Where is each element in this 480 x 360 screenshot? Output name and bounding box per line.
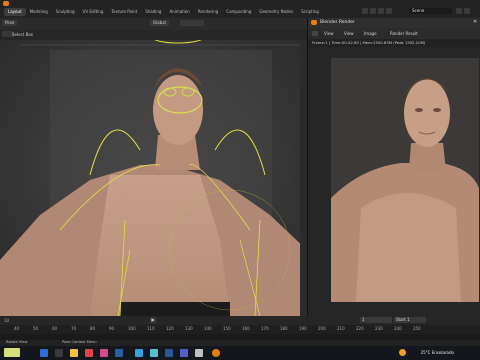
tab-rendering[interactable]: Rendering	[194, 8, 222, 16]
status-middle: Pose Context Menu	[62, 340, 97, 344]
viewport-header: Pose Global	[0, 18, 307, 30]
app-icon[interactable]	[135, 349, 143, 357]
timeline-header: 10 ▶ 1 Start 1	[0, 316, 480, 325]
ruler-tick: 80	[90, 326, 96, 331]
ruler-tick: 140	[204, 326, 212, 331]
ruler-tick: 100	[128, 326, 136, 331]
underwear	[120, 302, 230, 316]
render-head	[404, 79, 450, 147]
tab-texture-paint[interactable]: Texture Paint	[107, 8, 141, 16]
ruler-tick: 160	[242, 326, 250, 331]
tab-uv-editing[interactable]: UV Editing	[79, 8, 108, 16]
file-explorer-icon[interactable]	[70, 349, 78, 357]
ruler-tick: 120	[166, 326, 174, 331]
render-result-selector[interactable]: Render Result	[390, 31, 418, 36]
render-info: Frame:1 | Time:00:42.65 | Mem:1550.63M (…	[308, 39, 480, 47]
ruler-tick: 220	[356, 326, 364, 331]
ruler-tick: 70	[71, 326, 77, 331]
start-value: 1	[407, 317, 410, 322]
tool-settings-bar: Select Box	[0, 30, 307, 40]
search-icon[interactable]	[55, 349, 63, 357]
browser-icon[interactable]	[85, 349, 93, 357]
close-icon[interactable]	[464, 8, 470, 14]
shading-material-icon[interactable]	[386, 8, 392, 14]
widgets-icon[interactable]	[4, 348, 20, 357]
view-layer-icon[interactable]	[456, 8, 462, 14]
start-icon[interactable]	[40, 349, 48, 357]
scene-selector[interactable]: Scene	[409, 8, 452, 14]
render-window: Blender Render ✕ View View Image Render …	[307, 18, 480, 316]
windows-taskbar: 25°C Ensolarado	[0, 346, 480, 360]
snap-icon[interactable]	[192, 20, 204, 26]
ruler-tick: 230	[375, 326, 383, 331]
ruler-tick: 210	[337, 326, 345, 331]
workspace-tabs: Layout Modeling Sculpting UV Editing Tex…	[4, 8, 323, 16]
top-menu-bar: Layout Modeling Sculpting UV Editing Tex…	[0, 0, 480, 18]
tab-shading[interactable]: Shading	[141, 8, 165, 16]
render-portrait	[331, 58, 479, 302]
ruler-tick: 150	[223, 326, 231, 331]
top-toolbar-icons	[362, 8, 392, 14]
render-result-image[interactable]	[331, 58, 479, 302]
start-label: Start	[396, 317, 406, 322]
tab-sculpting[interactable]: Sculpting	[52, 8, 79, 16]
scene-label: Scene	[412, 8, 425, 13]
mode-selector[interactable]: Pose	[2, 20, 18, 26]
menu-view-2[interactable]: View	[344, 31, 354, 36]
menu-image[interactable]: Image	[364, 31, 377, 36]
blender-logo-icon[interactable]	[3, 1, 9, 6]
select-box-label: Select Box	[12, 32, 34, 37]
app-icon[interactable]	[100, 349, 108, 357]
window-controls	[456, 8, 470, 14]
orientation-selector[interactable]: Global	[150, 20, 169, 26]
tab-animation[interactable]: Animation	[165, 8, 193, 16]
status-left: Rotate View	[6, 340, 28, 344]
ruler-tick: 90	[109, 326, 115, 331]
viewport-scene	[0, 40, 307, 316]
weather-sun-icon	[399, 349, 406, 356]
tab-geometry-nodes[interactable]: Geometry Nodes	[255, 8, 297, 16]
timeline-tick: 10	[4, 318, 10, 323]
ruler-tick: 180	[280, 326, 288, 331]
start-frame-field[interactable]: Start 1	[394, 317, 426, 323]
blender-logo-icon	[311, 20, 317, 25]
close-icon[interactable]: ✕	[473, 20, 478, 25]
render-window-menu: View View Image Render Result	[308, 28, 480, 39]
app-icon[interactable]	[115, 349, 123, 357]
ruler-tick: 110	[147, 326, 155, 331]
render-window-titlebar: Blender Render ✕	[308, 18, 480, 28]
pivot-icon[interactable]	[180, 20, 192, 26]
ruler-tick: 250	[413, 326, 421, 331]
tab-compositing[interactable]: Compositing	[222, 8, 255, 16]
render-window-title: Blender Render	[320, 20, 355, 25]
ruler-tick: 130	[185, 326, 193, 331]
current-frame-field[interactable]: 1	[360, 317, 392, 323]
tab-modeling[interactable]: Modeling	[26, 8, 52, 16]
shading-solid-icon[interactable]	[378, 8, 384, 14]
tab-scripting[interactable]: Scripting	[297, 8, 323, 16]
word-icon[interactable]	[165, 349, 173, 357]
ruler-tick: 40	[14, 326, 20, 331]
display-mode-icon[interactable]	[362, 8, 368, 14]
tab-layout[interactable]: Layout	[4, 8, 26, 16]
viewport-sidebar-tabs[interactable]	[300, 40, 307, 316]
weather-text[interactable]: 25°C Ensolarado	[421, 350, 454, 355]
ruler-tick: 240	[394, 326, 402, 331]
menu-view[interactable]: View	[324, 31, 334, 36]
timeline-ruler[interactable]: 40 50 60 70 80 90 100 110 120 130 140 15…	[0, 325, 480, 334]
ruler-tick: 170	[261, 326, 269, 331]
head	[153, 75, 203, 145]
blender-taskbar-icon[interactable]	[212, 349, 220, 357]
ruler-tick: 50	[33, 326, 39, 331]
app-icon[interactable]	[150, 349, 158, 357]
3d-viewport[interactable]	[0, 40, 307, 316]
app-icon[interactable]	[195, 349, 203, 357]
ruler-tick: 60	[52, 326, 58, 331]
ruler-tick: 190	[299, 326, 307, 331]
editor-type-icon[interactable]	[312, 31, 318, 36]
play-button[interactable]: ▶	[150, 317, 156, 323]
ruler-tick: 200	[318, 326, 326, 331]
app-icon[interactable]	[180, 349, 188, 357]
overlay-icon[interactable]	[370, 8, 376, 14]
